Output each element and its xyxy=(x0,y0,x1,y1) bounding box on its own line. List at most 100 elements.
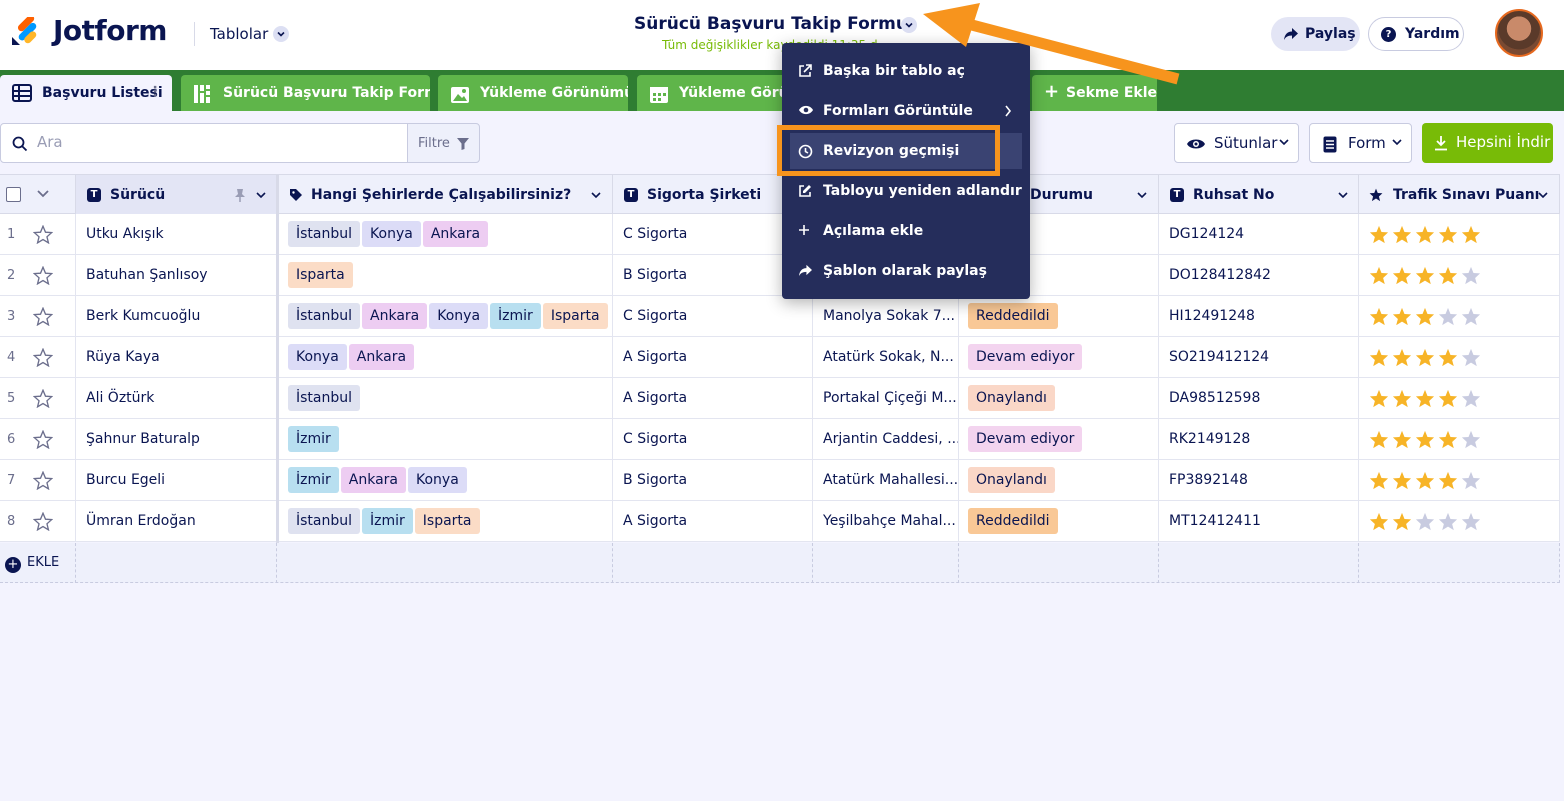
column-header-trafik-puani[interactable]: Trafik Sınavı Puanı xyxy=(1359,175,1560,214)
insurance-cell[interactable]: C Sigorta xyxy=(613,296,813,336)
tab-options-icon[interactable]: ⋮ xyxy=(148,84,162,100)
license-cell[interactable]: SO219412124 xyxy=(1159,337,1359,377)
rating-star-icon[interactable] xyxy=(1461,225,1481,244)
tab-surucu-basvuru-takip-formu[interactable]: Sürücü Başvuru Takip Formu xyxy=(181,75,430,111)
menu-item-add-description[interactable]: Açılama ekle xyxy=(782,211,1030,251)
driver-cell[interactable]: Berk Kumcuoğlu xyxy=(76,296,277,336)
row-index-cell[interactable]: 4 xyxy=(0,337,76,377)
star-rating[interactable] xyxy=(1369,430,1484,453)
rating-star-icon[interactable] xyxy=(1392,430,1412,449)
rating-star-icon[interactable] xyxy=(1461,307,1481,326)
rating-cell[interactable] xyxy=(1359,337,1560,377)
driver-cell[interactable]: Burcu Egeli xyxy=(76,460,277,500)
license-cell[interactable]: DO128412842 xyxy=(1159,255,1359,295)
rating-star-icon[interactable] xyxy=(1369,307,1389,326)
license-cell[interactable]: DA98512598 xyxy=(1159,378,1359,418)
license-cell[interactable]: DG124124 xyxy=(1159,214,1359,254)
menu-item-open-other-table[interactable]: Başka bir tablo aç xyxy=(782,51,1030,91)
tab-yukleme-gorunumu-2[interactable]: Yükleme Görünümü xyxy=(637,75,787,111)
row-index-cell[interactable]: 3 xyxy=(0,296,76,336)
rating-cell[interactable] xyxy=(1359,255,1560,295)
rating-star-icon[interactable] xyxy=(1415,307,1435,326)
rating-star-icon[interactable] xyxy=(1438,389,1458,408)
driver-cell[interactable]: Ümran Erdoğan xyxy=(76,501,277,541)
rating-star-icon[interactable] xyxy=(1392,471,1412,490)
rating-star-icon[interactable] xyxy=(1438,307,1458,326)
rating-star-icon[interactable] xyxy=(1392,348,1412,367)
search-input[interactable] xyxy=(37,133,397,151)
share-button[interactable]: Paylaş xyxy=(1271,17,1360,51)
cities-cell[interactable]: İzmir xyxy=(279,419,613,459)
row-index-cell[interactable]: 2 xyxy=(0,255,76,295)
address-cell[interactable]: Arjantin Caddesi, ... xyxy=(813,419,959,459)
download-all-button[interactable]: Hepsini İndir xyxy=(1422,123,1553,163)
status-cell[interactable]: Onaylandı xyxy=(959,378,1159,418)
form-title[interactable]: Sürücü Başvuru Takip Formu xyxy=(634,14,908,34)
table-row[interactable]: 1 Utku Akışık İstanbul Konya Ankara C Sigorta… xyxy=(0,214,1560,255)
driver-cell[interactable]: Batuhan Şanlısoy xyxy=(76,255,277,295)
rating-star-icon[interactable] xyxy=(1415,389,1435,408)
status-cell[interactable]: Devam ediyor xyxy=(959,419,1159,459)
insurance-cell[interactable]: A Sigorta xyxy=(613,337,813,377)
address-cell[interactable]: Yeşilbahçe Mahal... xyxy=(813,501,959,541)
chevron-down-icon[interactable] xyxy=(1337,189,1349,201)
status-cell[interactable]: Reddedildi xyxy=(959,501,1159,541)
rating-cell[interactable] xyxy=(1359,501,1560,541)
chevron-down-icon[interactable] xyxy=(273,26,289,42)
star-rating[interactable] xyxy=(1369,389,1484,412)
cities-cell[interactable]: İzmir Ankara Konya xyxy=(279,460,613,500)
rating-star-icon[interactable] xyxy=(1369,266,1389,285)
rating-star-icon[interactable] xyxy=(1438,348,1458,367)
rating-star-icon[interactable] xyxy=(1461,266,1481,285)
rating-star-icon[interactable] xyxy=(1392,225,1412,244)
rating-star-icon[interactable] xyxy=(1461,512,1481,531)
row-index-cell[interactable]: 7 xyxy=(0,460,76,500)
tab-basvuru-listesi[interactable]: Başvuru Listesi ⋮ xyxy=(0,75,172,111)
insurance-cell[interactable]: B Sigorta xyxy=(613,460,813,500)
cities-cell[interactable]: İstanbul Ankara Konya İzmir Isparta xyxy=(279,296,613,336)
filter-button[interactable]: Filtre xyxy=(407,123,480,163)
brand-name[interactable]: Jotform xyxy=(53,14,167,47)
help-button[interactable]: ? Yardım xyxy=(1368,17,1464,51)
rating-star-icon[interactable] xyxy=(1438,471,1458,490)
row-index-cell[interactable]: 6 xyxy=(0,419,76,459)
table-row[interactable]: 4 Rüya Kaya Konya Ankara A Sigorta Atatürk So… xyxy=(0,337,1560,378)
table-row[interactable]: 7 Burcu Egeli İzmir Ankara Konya B Sigorta Ata… xyxy=(0,460,1560,501)
favorite-star-icon[interactable] xyxy=(32,306,54,327)
rating-star-icon[interactable] xyxy=(1369,348,1389,367)
rating-cell[interactable] xyxy=(1359,296,1560,336)
favorite-star-icon[interactable] xyxy=(32,470,54,491)
rating-cell[interactable] xyxy=(1359,378,1560,418)
table-row[interactable]: 3 Berk Kumcuoğlu İstanbul Ankara Konya İzmir I… xyxy=(0,296,1560,337)
driver-cell[interactable]: Utku Akışık xyxy=(76,214,277,254)
row-index-cell[interactable]: 8 xyxy=(0,501,76,541)
address-cell[interactable]: Atatürk Mahallesi... xyxy=(813,460,959,500)
star-rating[interactable] xyxy=(1369,348,1484,371)
rating-cell[interactable] xyxy=(1359,419,1560,459)
rating-star-icon[interactable] xyxy=(1392,512,1412,531)
table-row[interactable]: 8 Ümran Erdoğan İstanbul İzmir Isparta A Sigo… xyxy=(0,501,1560,542)
form-button[interactable]: Form xyxy=(1309,123,1412,163)
address-cell[interactable]: Manolya Sokak 7... xyxy=(813,296,959,336)
address-cell[interactable]: Atatürk Sokak, N... xyxy=(813,337,959,377)
add-row-button[interactable]: + EKLE xyxy=(0,543,76,583)
rating-star-icon[interactable] xyxy=(1369,389,1389,408)
menu-item-share-as-template[interactable]: Şablon olarak paylaş xyxy=(782,251,1030,291)
column-header-sehirler[interactable]: Hangi Şehirlerde Çalışabilirsiniz? xyxy=(279,175,613,214)
driver-cell[interactable]: Ali Öztürk xyxy=(76,378,277,418)
chevron-down-icon[interactable] xyxy=(36,189,50,199)
rating-cell[interactable] xyxy=(1359,460,1560,500)
star-rating[interactable] xyxy=(1369,307,1484,330)
rating-star-icon[interactable] xyxy=(1415,512,1435,531)
status-cell[interactable]: Onaylandı xyxy=(959,460,1159,500)
license-cell[interactable]: FP3892148 xyxy=(1159,460,1359,500)
column-header-surucu[interactable]: T Sürücü xyxy=(76,175,277,214)
star-rating[interactable] xyxy=(1369,471,1484,494)
rating-star-icon[interactable] xyxy=(1438,512,1458,531)
rating-star-icon[interactable] xyxy=(1461,348,1481,367)
rating-star-icon[interactable] xyxy=(1369,430,1389,449)
chevron-down-icon[interactable] xyxy=(255,189,267,201)
insurance-cell[interactable]: C Sigorta xyxy=(613,419,813,459)
favorite-star-icon[interactable] xyxy=(32,347,54,368)
rating-star-icon[interactable] xyxy=(1369,471,1389,490)
